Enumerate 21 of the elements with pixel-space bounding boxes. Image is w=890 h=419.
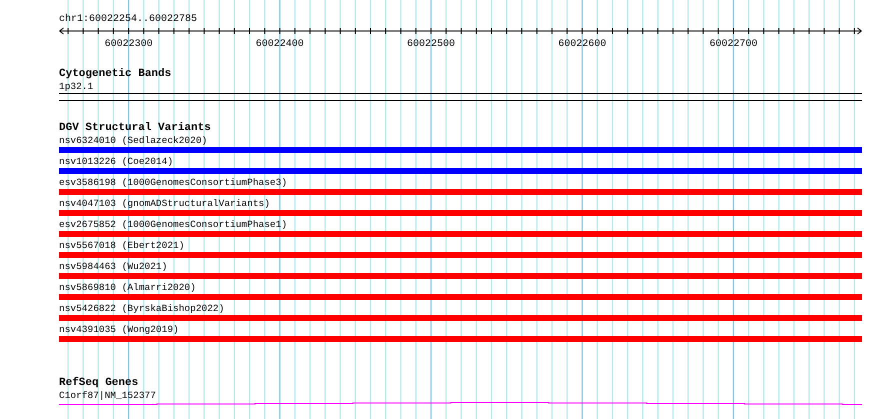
feature-label: C1orf87|NM_152377: [59, 390, 156, 401]
tick-label: 60022600: [558, 39, 606, 48]
feature-label: nsv1013226 (Coe2014): [59, 156, 174, 168]
feature-label: esv2675852 (1000GenomesConsortiumPhase1): [59, 219, 288, 231]
feature-label: nsv4391035 (Wong2019): [59, 324, 179, 336]
feature-label: nsv5426822 (ByrskaBishop2022): [59, 303, 224, 315]
feature-label: nsv6324010 (Sedlazeck2020): [59, 135, 208, 147]
tick-label: 60022500: [407, 39, 455, 48]
tick-label: 60022400: [256, 39, 304, 48]
track-title: RefSeq Genes: [59, 377, 138, 390]
track-title: DGV Structural Variants: [59, 122, 211, 135]
track-title: Cytogenetic Bands: [59, 68, 172, 81]
feature-label: nsv5567018 (Ebert2021): [59, 240, 184, 252]
feature-label: esv3586198 (1000GenomesConsortiumPhase3): [59, 177, 288, 189]
feature-label: nsv5984463 (Wu2021): [59, 261, 168, 273]
tick-label: 60022300: [104, 39, 153, 48]
feature-label: nsv5869810 (Almarri2020): [59, 282, 196, 294]
feature-label: 1p32.1: [59, 81, 94, 92]
tick-label: 60022700: [710, 39, 758, 48]
location-label: chr1:60022254..60022785: [59, 14, 198, 26]
feature-label: nsv4047103 (gnomADStructuralVariants): [59, 198, 270, 210]
